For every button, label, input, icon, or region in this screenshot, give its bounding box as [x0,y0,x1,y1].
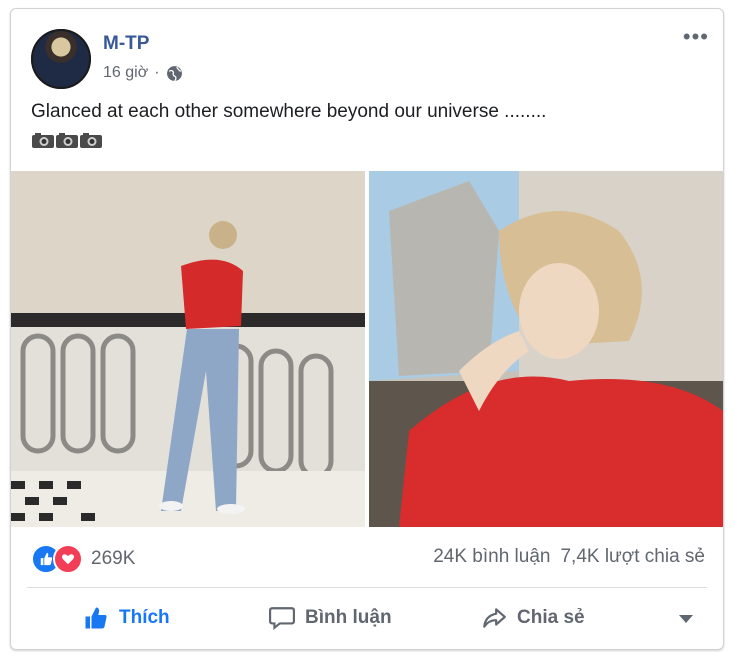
emoji-row [31,131,103,149]
comment-button[interactable]: Bình luận [269,606,392,630]
author-name[interactable]: M-TP [103,33,149,55]
more-options-icon[interactable]: ••• [683,26,709,48]
share-label: Chia sẻ [517,607,585,628]
comment-count[interactable]: 24K bình luận [433,546,550,568]
photo-2-illustration [369,171,723,527]
camera-icon [80,133,102,148]
reaction-icons [31,544,83,574]
post-meta: 16 giờ · [103,64,183,82]
divider [27,587,707,588]
audience-dropdown-icon[interactable] [679,615,693,623]
love-reaction-icon [53,544,83,574]
share-icon [483,608,506,628]
share-count[interactable]: 7,4K lượt chia sẻ [560,546,705,568]
photo-1-illustration [11,171,365,527]
photo-grid [11,171,723,527]
post-text: Glanced at each other somewhere beyond o… [31,101,547,122]
camera-icon [32,133,54,148]
post-time[interactable]: 16 giờ [103,64,148,82]
reaction-count: 269K [91,548,136,569]
engagement-stats: 24K bình luận 7,4K lượt chia sẻ [433,546,705,568]
comment-icon [269,607,295,630]
photo-1[interactable] [11,171,365,527]
post-card: M-TP 16 giờ · ••• Glanced at each other … [10,8,724,650]
thumbs-up-icon [85,607,107,629]
share-button[interactable]: Chia sẻ [481,606,585,630]
meta-separator: · [154,64,160,81]
camera-icon [56,133,78,148]
reaction-summary[interactable]: 269K [31,544,135,574]
like-button[interactable]: Thích [83,606,170,630]
globe-icon[interactable] [166,65,183,82]
photo-2[interactable] [369,171,723,527]
avatar[interactable] [31,29,91,89]
comment-label: Bình luận [305,607,392,628]
like-label: Thích [119,607,170,628]
action-bar: Thích Bình luận Chia sẻ [11,595,723,641]
